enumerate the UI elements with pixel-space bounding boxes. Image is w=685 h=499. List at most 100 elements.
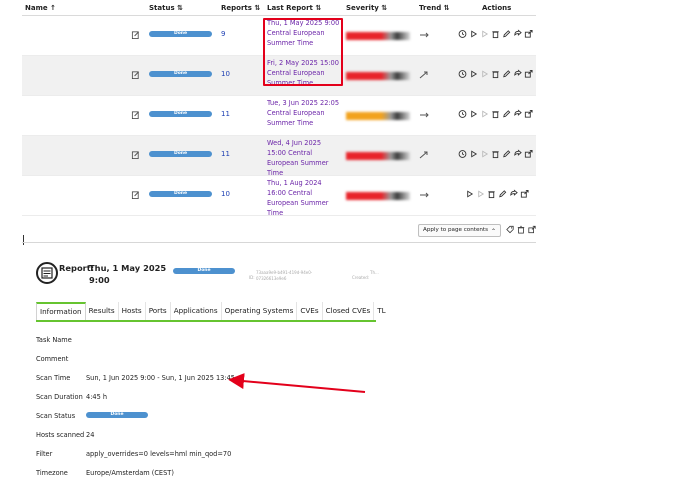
last-report-link[interactable]: Tue, 3 Jun 2025 22:05 Central European S… bbox=[267, 98, 342, 128]
report-created-value: Th... bbox=[370, 270, 379, 275]
task-name-label: Task Name bbox=[36, 336, 72, 344]
severity-bar bbox=[346, 192, 410, 200]
trashcan-icon[interactable] bbox=[491, 69, 500, 79]
clone-icon[interactable] bbox=[513, 29, 522, 39]
report-created-label: Created: bbox=[352, 275, 370, 280]
last-report-link[interactable]: Thu, 1 Aug 2024 16:00 Central European S… bbox=[267, 178, 342, 218]
column-header-last-report[interactable]: Last Report ⇅ bbox=[267, 4, 321, 12]
trashcan-icon[interactable] bbox=[487, 189, 496, 199]
scan-status-bar: Done bbox=[86, 412, 148, 418]
tab-closed-cves[interactable]: Closed CVEs bbox=[323, 302, 375, 320]
export-icon[interactable] bbox=[524, 69, 533, 79]
play-icon[interactable] bbox=[469, 29, 478, 39]
trashcan-icon[interactable] bbox=[491, 109, 500, 119]
severity-bar bbox=[346, 32, 410, 40]
row-actions bbox=[458, 69, 533, 81]
tab-results[interactable]: Results bbox=[86, 302, 119, 320]
status-bar: Done bbox=[149, 111, 212, 117]
export-icon[interactable] bbox=[524, 29, 533, 39]
tab-tls[interactable]: TL bbox=[374, 302, 388, 320]
report-heading: Report: bbox=[59, 263, 95, 273]
play-icon[interactable] bbox=[469, 149, 478, 159]
scan-status-label: Scan Status bbox=[36, 412, 76, 420]
reports-count-link[interactable]: 11 bbox=[221, 110, 230, 118]
status-bar: Done bbox=[149, 151, 212, 157]
trashcan-icon[interactable] bbox=[491, 29, 500, 39]
reports-count-link[interactable]: 9 bbox=[221, 30, 225, 38]
timezone-value: Europe/Amsterdam (CEST) bbox=[86, 469, 174, 477]
text-cursor bbox=[23, 235, 24, 245]
export-icon[interactable] bbox=[524, 109, 533, 119]
column-header-name[interactable]: Name ↑ bbox=[25, 4, 56, 12]
status-bar: Done bbox=[149, 71, 212, 77]
resume-icon[interactable] bbox=[480, 149, 489, 159]
tab-hosts[interactable]: Hosts bbox=[119, 302, 146, 320]
column-header-trend[interactable]: Trend ⇅ bbox=[419, 4, 450, 12]
tab-ports[interactable]: Ports bbox=[146, 302, 171, 320]
column-header-severity[interactable]: Severity ⇅ bbox=[346, 4, 387, 12]
note-icon bbox=[131, 190, 140, 200]
report-tabs: Information Results Hosts Ports Applicat… bbox=[36, 302, 386, 322]
resume-icon[interactable] bbox=[480, 69, 489, 79]
highlight-box bbox=[263, 18, 343, 86]
bulk-actions bbox=[506, 225, 536, 234]
edit-icon[interactable] bbox=[502, 69, 511, 79]
clone-icon[interactable] bbox=[513, 69, 522, 79]
last-report-link[interactable]: Wed, 4 Jun 2025 15:00 Central European S… bbox=[267, 138, 342, 178]
table-header: Name ↑ Status ⇅ Reports ⇅ Last Report ⇅ … bbox=[22, 0, 536, 16]
trend-icon bbox=[419, 111, 429, 119]
schedule-icon[interactable] bbox=[458, 149, 467, 159]
table-row: Done 11 Wed, 4 Jun 2025 15:00 Central Euro… bbox=[22, 136, 536, 178]
column-header-status[interactable]: Status ⇅ bbox=[149, 4, 183, 12]
tab-operating-systems[interactable]: Operating Systems bbox=[222, 302, 298, 320]
reports-count-link[interactable]: 10 bbox=[221, 70, 230, 78]
report-icon bbox=[36, 262, 58, 284]
table-row: Done 11 Tue, 3 Jun 2025 22:05 Central Euro… bbox=[22, 96, 536, 136]
scan-time-value: Sun, 1 Jun 2025 9:00 - Sun, 1 Jun 2025 1… bbox=[86, 374, 235, 382]
tab-information[interactable]: Information bbox=[36, 302, 86, 320]
clone-icon[interactable] bbox=[513, 109, 522, 119]
export-icon[interactable] bbox=[520, 189, 529, 199]
apply-to-select[interactable]: Apply to page contents ⌃ bbox=[418, 224, 501, 237]
clone-icon[interactable] bbox=[513, 149, 522, 159]
play-icon[interactable] bbox=[465, 189, 474, 199]
filter-value: apply_overrides=0 levels=hml min_qod=70 bbox=[86, 450, 232, 458]
edit-icon[interactable] bbox=[502, 109, 511, 119]
tab-cves[interactable]: CVEs bbox=[297, 302, 323, 320]
edit-icon[interactable] bbox=[498, 189, 507, 199]
column-header-reports[interactable]: Reports ⇅ bbox=[221, 4, 260, 12]
severity-bar bbox=[346, 112, 410, 120]
comment-label: Comment bbox=[36, 355, 69, 363]
tag-icon[interactable] bbox=[506, 225, 514, 234]
filter-label: Filter bbox=[36, 450, 53, 458]
edit-icon[interactable] bbox=[502, 149, 511, 159]
trashcan-icon[interactable] bbox=[491, 149, 500, 159]
export-icon[interactable] bbox=[528, 225, 536, 234]
resume-icon[interactable] bbox=[480, 109, 489, 119]
reports-count-link[interactable]: 10 bbox=[221, 190, 230, 198]
schedule-icon[interactable] bbox=[458, 69, 467, 79]
export-icon[interactable] bbox=[524, 149, 533, 159]
row-actions bbox=[465, 189, 529, 201]
play-icon[interactable] bbox=[469, 109, 478, 119]
row-actions bbox=[458, 149, 533, 161]
apply-to-select-value: Apply to page contents bbox=[423, 227, 489, 233]
play-icon[interactable] bbox=[469, 69, 478, 79]
report-status-bar: Done bbox=[173, 268, 235, 274]
tab-applications[interactable]: Applications bbox=[171, 302, 222, 320]
clone-icon[interactable] bbox=[509, 189, 518, 199]
note-icon bbox=[131, 110, 140, 120]
table-row: Done 10 Thu, 1 Aug 2024 16:00 Central Euro… bbox=[22, 176, 536, 218]
row-actions bbox=[458, 109, 533, 121]
edit-icon[interactable] bbox=[502, 29, 511, 39]
status-bar: Done bbox=[149, 191, 212, 197]
hosts-scanned-label: Hosts scanned bbox=[36, 431, 85, 439]
resume-icon[interactable] bbox=[476, 189, 485, 199]
trashcan-icon[interactable] bbox=[517, 225, 525, 234]
scan-time-label: Scan Time bbox=[36, 374, 71, 382]
reports-count-link[interactable]: 11 bbox=[221, 150, 230, 158]
schedule-icon[interactable] bbox=[458, 109, 467, 119]
schedule-icon[interactable] bbox=[458, 29, 467, 39]
resume-icon[interactable] bbox=[480, 29, 489, 39]
trend-icon bbox=[419, 151, 429, 159]
